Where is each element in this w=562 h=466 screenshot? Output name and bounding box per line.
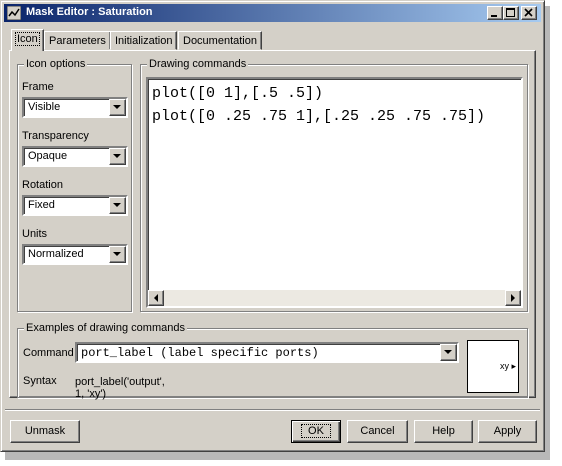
drawing-commands-editor[interactable]: plot([0 1],[.5 .5]) plot([0 .25 .75 1],[.…: [146, 77, 523, 308]
rotation-dropdown-button[interactable]: [109, 197, 126, 214]
command-value: port_label (label specific ports): [81, 346, 319, 360]
ok-label: OK: [301, 424, 331, 438]
units-label: Units: [22, 228, 48, 240]
examples-legend: Examples of drawing commands: [24, 322, 187, 334]
frame-dropdown-button[interactable]: [109, 99, 126, 116]
mask-editor-window: Mask Editor : Saturation Icon Parameters…: [0, 0, 545, 452]
cancel-button[interactable]: Cancel: [347, 420, 408, 443]
transparency-value: Opaque: [28, 150, 68, 162]
maximize-icon: [506, 8, 515, 17]
preview-port-text: xy: [499, 361, 509, 371]
ok-button[interactable]: OK: [291, 420, 341, 443]
cancel-label: Cancel: [360, 425, 395, 437]
syntax-label: Syntax: [23, 375, 57, 387]
frame-value: Visible: [28, 101, 61, 113]
chevron-down-icon: [113, 154, 121, 158]
units-value: Normalized: [28, 248, 84, 260]
chevron-down-icon: [113, 105, 121, 109]
code-line: plot([0 .25 .75 1],[.25 .25 .75 .75]): [152, 108, 486, 125]
rotation-select[interactable]: Fixed: [22, 195, 128, 216]
frame-label: Frame: [22, 81, 54, 93]
apply-button[interactable]: Apply: [478, 420, 537, 443]
command-label: Command: [23, 347, 74, 359]
tab-initialization-label: Initialization: [115, 35, 173, 47]
minimize-icon: [491, 15, 497, 17]
frame-select[interactable]: Visible: [22, 97, 128, 118]
tab-documentation-label: Documentation: [183, 35, 257, 47]
scroll-left-button[interactable]: [148, 290, 164, 306]
code-line: plot([0 1],[.5 .5]): [152, 85, 324, 102]
chevron-down-icon: [113, 252, 121, 256]
help-label: Help: [432, 425, 455, 437]
help-button[interactable]: Help: [414, 420, 473, 443]
icon-options-legend: Icon options: [24, 58, 88, 70]
unmask-label: Unmask: [24, 425, 66, 437]
tab-icon-label: Icon: [15, 32, 40, 46]
tab-parameters[interactable]: Parameters: [44, 31, 111, 50]
title-bar[interactable]: Mask Editor : Saturation: [4, 4, 541, 22]
units-select[interactable]: Normalized: [22, 244, 128, 265]
window-title: Mask Editor : Saturation: [26, 6, 153, 18]
syntax-value: port_label('output', 1, 'xy'): [75, 376, 165, 400]
horizontal-scrollbar[interactable]: [148, 290, 521, 306]
scroll-right-button[interactable]: [505, 290, 521, 306]
arrow-left-icon: [154, 294, 158, 302]
tab-documentation[interactable]: Documentation: [178, 31, 262, 50]
maximize-button[interactable]: [503, 6, 519, 20]
chevron-down-icon: [113, 203, 121, 207]
tab-initialization[interactable]: Initialization: [110, 31, 178, 50]
simulink-icon: [7, 6, 21, 20]
button-separator: [5, 409, 540, 411]
example-preview: xy ▸: [467, 340, 519, 393]
command-select[interactable]: port_label (label specific ports): [75, 342, 459, 363]
apply-label: Apply: [493, 425, 522, 437]
arrow-right-icon: [511, 294, 515, 302]
command-dropdown-button[interactable]: [440, 344, 457, 361]
rotation-value: Fixed: [28, 199, 55, 211]
transparency-dropdown-button[interactable]: [109, 148, 126, 165]
preview-port-label: xy ▸: [499, 361, 516, 371]
close-button[interactable]: [521, 6, 537, 20]
minimize-button[interactable]: [487, 6, 503, 20]
transparency-label: Transparency: [22, 130, 89, 142]
tab-parameters-label: Parameters: [49, 35, 106, 47]
transparency-select[interactable]: Opaque: [22, 146, 128, 167]
drawing-commands-text: plot([0 1],[.5 .5]) plot([0 .25 .75 1],[.…: [152, 82, 485, 128]
close-icon: [524, 8, 533, 17]
tab-icon[interactable]: Icon: [11, 29, 44, 51]
drawing-commands-legend: Drawing commands: [147, 58, 249, 70]
chevron-down-icon: [444, 350, 452, 354]
unmask-button[interactable]: Unmask: [10, 420, 80, 443]
units-dropdown-button[interactable]: [109, 246, 126, 263]
rotation-label: Rotation: [22, 179, 63, 191]
